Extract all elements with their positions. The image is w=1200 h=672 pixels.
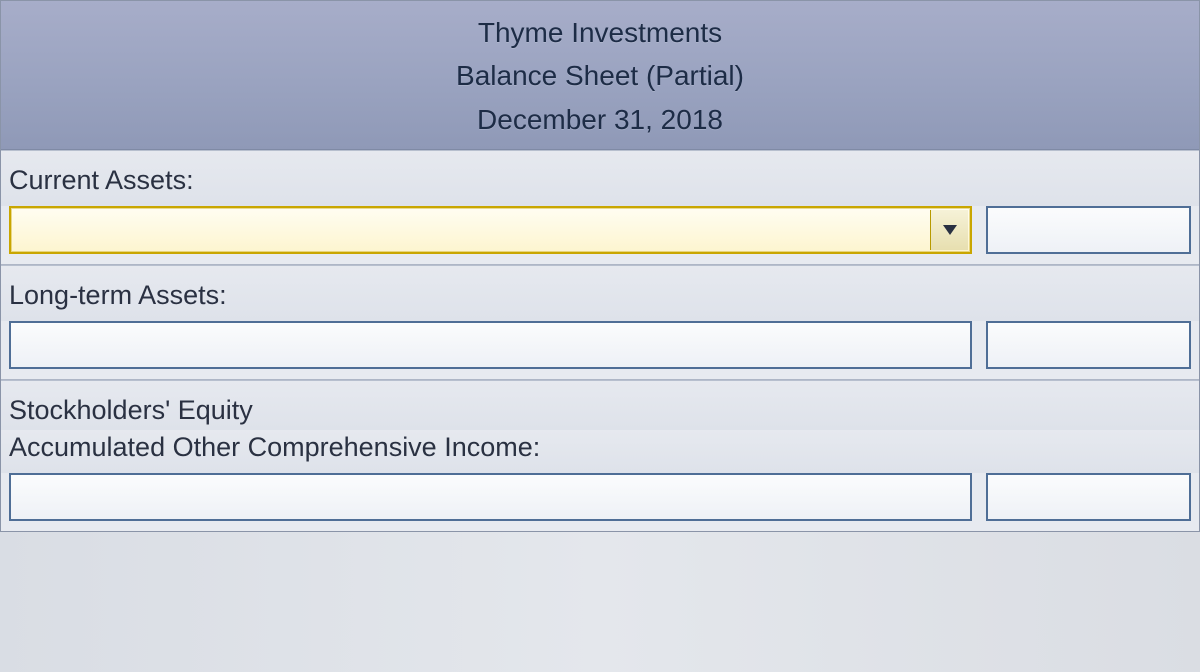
current-assets-dropdown[interactable] bbox=[9, 206, 972, 254]
aoci-dropdown[interactable] bbox=[9, 473, 972, 521]
current-assets-label: Current Assets: bbox=[1, 151, 1199, 206]
current-assets-amount-input[interactable] bbox=[986, 206, 1191, 254]
long-term-assets-amount-input[interactable] bbox=[986, 321, 1191, 369]
report-date: December 31, 2018 bbox=[1, 98, 1199, 141]
section-stockholders-equity: Stockholders' Equity Accumulated Other C… bbox=[1, 380, 1199, 531]
chevron-down-icon bbox=[942, 217, 958, 243]
current-assets-row bbox=[1, 206, 1199, 264]
section-long-term-assets: Long-term Assets: bbox=[1, 265, 1199, 379]
aoci-amount-input[interactable] bbox=[986, 473, 1191, 521]
aoci-row bbox=[1, 473, 1199, 531]
company-name: Thyme Investments bbox=[1, 11, 1199, 54]
aoci-label: Accumulated Other Comprehensive Income: bbox=[1, 430, 1199, 473]
report-header: Thyme Investments Balance Sheet (Partial… bbox=[1, 1, 1199, 150]
long-term-assets-row bbox=[1, 321, 1199, 379]
long-term-assets-dropdown[interactable] bbox=[9, 321, 972, 369]
long-term-assets-label: Long-term Assets: bbox=[1, 266, 1199, 321]
dropdown-caret-button[interactable] bbox=[930, 210, 968, 250]
report-title: Balance Sheet (Partial) bbox=[1, 54, 1199, 97]
balance-sheet-table: Thyme Investments Balance Sheet (Partial… bbox=[0, 0, 1200, 532]
section-current-assets: Current Assets: bbox=[1, 150, 1199, 264]
stockholders-equity-label: Stockholders' Equity bbox=[1, 381, 1199, 430]
